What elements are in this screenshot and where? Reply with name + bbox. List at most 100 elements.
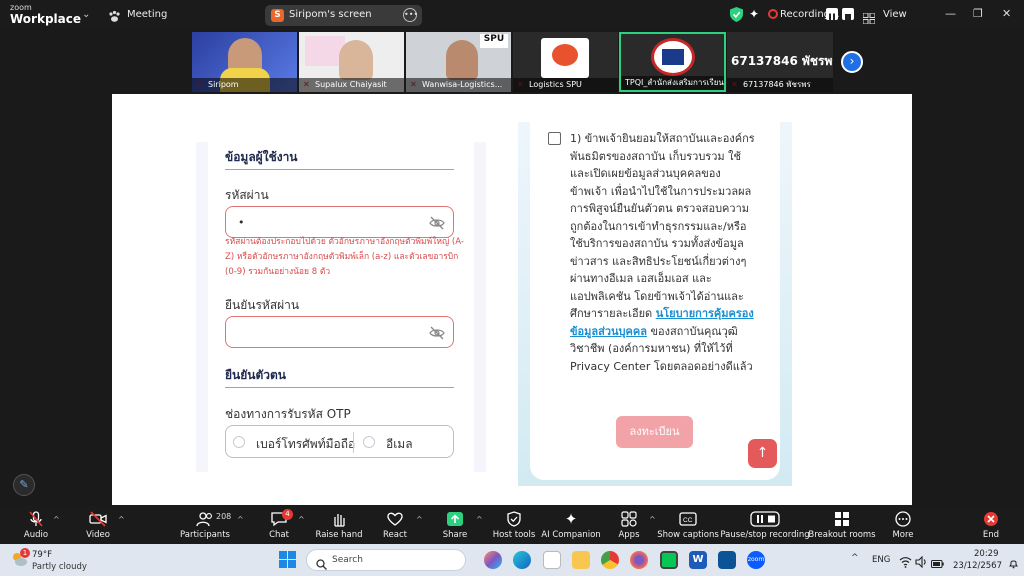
pause-recording-icon[interactable]: [826, 8, 838, 21]
participants-count: 208: [216, 512, 232, 521]
app-menu-chevron-icon[interactable]: ⌄: [82, 9, 92, 20]
security-shield-icon[interactable]: [730, 7, 743, 22]
input-language-indicator[interactable]: ENG: [872, 555, 890, 565]
copilot-icon[interactable]: [484, 551, 502, 569]
participant-name: Siripom: [192, 78, 297, 92]
video-button[interactable]: Video: [80, 506, 116, 544]
participant-tile[interactable]: ✕ Siripom: [192, 32, 297, 92]
password-label: รหัสผ่าน: [225, 188, 269, 202]
hide-password-eye-icon[interactable]: [429, 215, 445, 230]
share-label: Share: [442, 530, 468, 540]
taskbar-search-input[interactable]: Search: [306, 549, 466, 571]
clock-time[interactable]: 20:29: [974, 549, 999, 559]
share-indicator-pill[interactable]: S Siripom's screen •••: [265, 5, 422, 26]
breakout-rooms-button[interactable]: Breakout rooms: [808, 506, 876, 544]
section-title-user-info: ข้อมูลผู้ใช้งาน: [225, 150, 298, 164]
captions-button[interactable]: CC Show captions: [657, 506, 719, 544]
password-field[interactable]: •: [225, 206, 454, 238]
minimize-icon[interactable]: —: [945, 7, 956, 20]
participant-tile[interactable]: ✕ Logistics SPU: [513, 32, 618, 92]
firefox-browser-icon[interactable]: [630, 551, 648, 569]
view-menu-label[interactable]: View: [883, 9, 907, 20]
ai-sparkle-icon[interactable]: ✦: [749, 8, 762, 21]
battery-icon[interactable]: [931, 554, 944, 568]
file-explorer-icon[interactable]: [572, 551, 590, 569]
participants-options-caret-icon[interactable]: ^: [237, 515, 244, 524]
recording-controls-icon: [750, 511, 780, 527]
participant-tile[interactable]: ✕ Supalux Chaiyasit: [299, 32, 404, 92]
participant-tile-active-speaker[interactable]: TPQI_สำนักส่งเสริมการเรียนรู้...: [619, 32, 726, 92]
notification-bell-icon[interactable]: [1008, 554, 1019, 569]
line-app-icon[interactable]: [660, 551, 678, 569]
video-options-caret-icon[interactable]: ^: [118, 515, 125, 524]
zoom-app-icon[interactable]: zoom: [747, 551, 765, 569]
participant-name: TPQI_สำนักส่งเสริมการเรียนรู้...: [621, 76, 724, 90]
audio-button[interactable]: Audio: [18, 506, 54, 544]
participant-name: Supalux Chaiyasit: [299, 78, 404, 92]
raise-hand-button[interactable]: Raise hand: [315, 506, 363, 544]
breakout-rooms-icon: [833, 511, 851, 527]
apps-label: Apps: [618, 530, 640, 540]
host-tools-button[interactable]: Host tools: [493, 506, 535, 544]
show-hidden-icons-chevron-icon[interactable]: ^: [851, 553, 859, 563]
edge-browser-icon[interactable]: [513, 551, 531, 569]
next-participants-chevron-icon[interactable]: ›: [841, 51, 863, 73]
otp-phone-label[interactable]: เบอร์โทรศัพท์มือถือ: [256, 435, 355, 454]
audio-options-caret-icon[interactable]: ^: [53, 515, 60, 524]
apps-grid-icon: [620, 511, 638, 527]
chat-options-caret-icon[interactable]: ^: [298, 515, 305, 524]
windows-start-icon[interactable]: [279, 551, 296, 568]
paw-icon[interactable]: [108, 8, 121, 22]
wifi-icon[interactable]: [899, 553, 912, 568]
react-button[interactable]: React: [380, 506, 410, 544]
clock-date[interactable]: 23/12/2567: [953, 561, 1002, 571]
apps-options-caret-icon[interactable]: ^: [649, 515, 656, 524]
otp-email-label[interactable]: อีเมล: [386, 435, 413, 454]
ai-sparkle-icon: ✦: [564, 510, 578, 528]
store-icon[interactable]: [543, 551, 561, 569]
spu-logo: SPU: [480, 34, 508, 48]
consent-checkbox[interactable]: [548, 132, 561, 145]
windows-taskbar: [0, 544, 1024, 576]
password-error-text: รหัสผ่านต้องประกอบไปด้วย ตัวอักษรภาษาอัง…: [225, 237, 464, 277]
outlook-app-icon[interactable]: [718, 551, 736, 569]
share-button[interactable]: Share: [440, 506, 470, 544]
meeting-menu-label[interactable]: Meeting: [127, 9, 167, 20]
volume-icon[interactable]: [915, 553, 928, 569]
host-tools-label: Host tools: [492, 530, 536, 540]
chat-unread-badge: 4: [282, 509, 293, 520]
otp-phone-radio[interactable]: [233, 436, 245, 448]
weather-description[interactable]: Partly cloudy: [32, 562, 87, 572]
share-more-icon[interactable]: •••: [403, 8, 418, 22]
weather-temperature[interactable]: 79°F: [32, 550, 52, 560]
more-ellipsis-icon: [894, 511, 912, 527]
apps-button[interactable]: Apps: [614, 506, 644, 544]
pause-stop-recording-button[interactable]: Pause/stop recording: [720, 506, 810, 544]
svg-text:CC: CC: [683, 517, 693, 524]
confirm-password-field[interactable]: [225, 316, 454, 348]
participant-tile[interactable]: 67137846 พัชรพร ✕ 67137846 พัชรพร: [727, 32, 833, 92]
captions-label: Show captions: [657, 530, 719, 540]
hide-password-eye-icon[interactable]: [429, 325, 445, 340]
view-grid-icon[interactable]: [862, 9, 876, 25]
share-options-caret-icon[interactable]: ^: [476, 515, 483, 524]
chat-label: Chat: [269, 530, 289, 540]
more-button[interactable]: More: [888, 506, 918, 544]
participant-tile[interactable]: SPU ✕ Wanwisa-Logistics...: [406, 32, 511, 92]
react-options-caret-icon[interactable]: ^: [416, 515, 423, 524]
search-placeholder: Search: [332, 555, 363, 565]
chrome-browser-icon[interactable]: [601, 551, 619, 569]
close-icon[interactable]: ✕: [1002, 7, 1011, 20]
otp-email-radio[interactable]: [363, 436, 375, 448]
word-app-icon[interactable]: W: [689, 551, 707, 569]
video-off-icon: [89, 511, 107, 527]
restore-icon[interactable]: ❐: [973, 7, 983, 20]
weather-notification-badge: 1: [20, 548, 30, 558]
scroll-to-top-arrow-icon[interactable]: ↑: [748, 439, 777, 468]
annotate-pencil-icon[interactable]: ✎: [13, 474, 35, 496]
register-button[interactable]: ลงทะเบียน: [616, 416, 693, 448]
ai-companion-button[interactable]: ✦ AI Companion: [541, 506, 600, 544]
stop-recording-icon[interactable]: [842, 8, 854, 20]
meeting-toolbar: Audio ^ Video ^ Participants 208 ^ Chat …: [0, 506, 1024, 544]
end-meeting-button[interactable]: End: [976, 506, 1006, 544]
